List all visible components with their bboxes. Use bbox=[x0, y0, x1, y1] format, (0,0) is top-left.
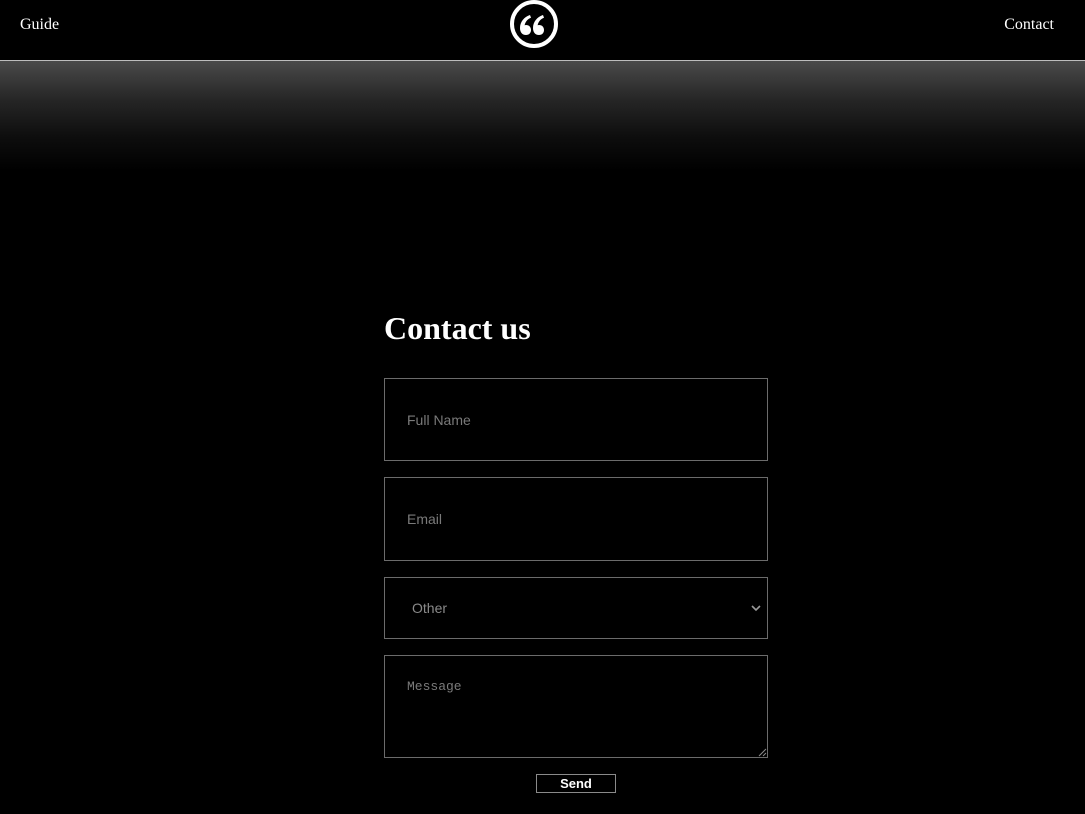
nav-guide-link[interactable]: Guide bbox=[20, 16, 59, 34]
send-button[interactable]: Send bbox=[536, 774, 616, 793]
hero-gradient-band bbox=[0, 61, 1085, 171]
nav-contact-link[interactable]: Contact bbox=[1004, 16, 1054, 34]
resize-grip-icon[interactable] bbox=[757, 747, 767, 757]
topic-select-value: Other bbox=[412, 600, 448, 616]
message-textarea[interactable] bbox=[384, 655, 768, 758]
contact-form-title: Contact us bbox=[384, 310, 531, 346]
email-input[interactable] bbox=[384, 477, 768, 561]
top-nav-bar: Guide Contact bbox=[0, 0, 1085, 61]
full-name-input[interactable] bbox=[384, 378, 768, 461]
quote-icon[interactable] bbox=[509, 0, 559, 50]
chevron-down-icon bbox=[751, 605, 761, 612]
topic-select[interactable]: Other bbox=[384, 577, 768, 639]
